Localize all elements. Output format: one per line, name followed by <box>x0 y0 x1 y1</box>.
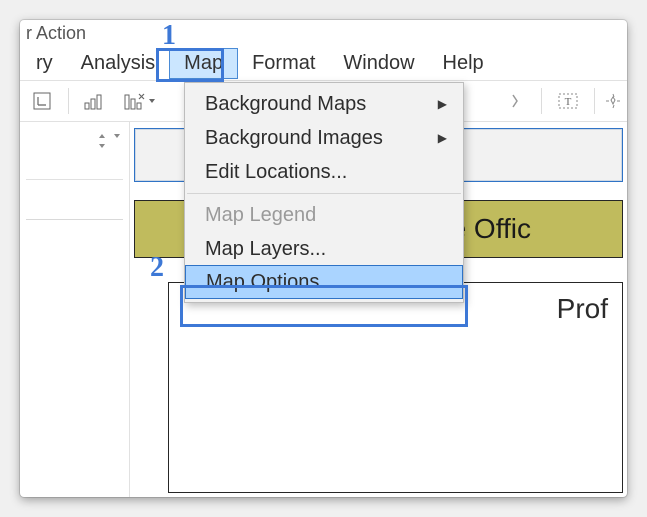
chart-axis-label: Prof <box>557 293 608 325</box>
toolbar-separator <box>594 88 595 114</box>
sort-asc-button[interactable] <box>77 85 113 117</box>
toolbar-separator <box>541 88 542 114</box>
sort-icon[interactable] <box>97 132 107 150</box>
toolbar-separator <box>68 88 69 114</box>
menu-edit-locations[interactable]: Edit Locations... <box>185 155 463 189</box>
dropdown-caret-icon[interactable] <box>113 132 121 140</box>
map-menu-dropdown: Background Maps ▶ Background Images ▶ Ed… <box>184 82 464 303</box>
app-window: r Action ry Analysis Map Format Window H… <box>20 20 627 497</box>
text-box-icon: T <box>557 91 579 111</box>
pane-header <box>26 128 123 180</box>
pane-body <box>26 180 123 220</box>
text-tool-button[interactable]: T <box>550 85 586 117</box>
menu-map-options[interactable]: Map Options... <box>185 265 463 299</box>
menu-background-maps[interactable]: Background Maps ▶ <box>185 87 463 121</box>
menu-item-analysis[interactable]: Analysis <box>67 49 169 78</box>
menu-background-images[interactable]: Background Images ▶ <box>185 121 463 155</box>
menu-item-map[interactable]: Map <box>169 48 238 79</box>
menu-item-format[interactable]: Format <box>238 49 329 78</box>
menu-map-layers[interactable]: Map Layers... <box>185 232 463 266</box>
menu-item-help[interactable]: Help <box>429 49 498 78</box>
menu-item-ry[interactable]: ry <box>22 49 67 78</box>
bar-chart-icon <box>84 91 106 111</box>
svg-text:T: T <box>565 96 572 108</box>
menu-map-legend: Map Legend <box>185 198 463 232</box>
star-tool-button[interactable] <box>603 85 623 117</box>
chevron-right-icon <box>510 91 520 111</box>
submenu-arrow-icon: ▶ <box>438 131 447 145</box>
side-pane <box>20 122 130 497</box>
star-outline-icon <box>604 92 622 110</box>
bar-chart-x-icon <box>124 91 146 111</box>
dropdown-caret-icon <box>148 97 156 105</box>
window-title: r Action <box>26 23 86 44</box>
menu-separator <box>187 193 461 194</box>
menubar: ry Analysis Map Format Window Help <box>20 46 627 80</box>
chart-area[interactable]: Prof <box>168 282 623 493</box>
pane-row[interactable] <box>26 190 123 220</box>
window-titlebar: r Action <box>20 20 627 46</box>
menu-item-window[interactable]: Window <box>329 49 428 78</box>
swap-axes-icon <box>32 91 52 111</box>
swap-axes-button[interactable] <box>24 85 60 117</box>
unknown-tool-button[interactable] <box>497 85 533 117</box>
submenu-arrow-icon: ▶ <box>438 97 447 111</box>
sort-desc-button[interactable] <box>117 85 163 117</box>
